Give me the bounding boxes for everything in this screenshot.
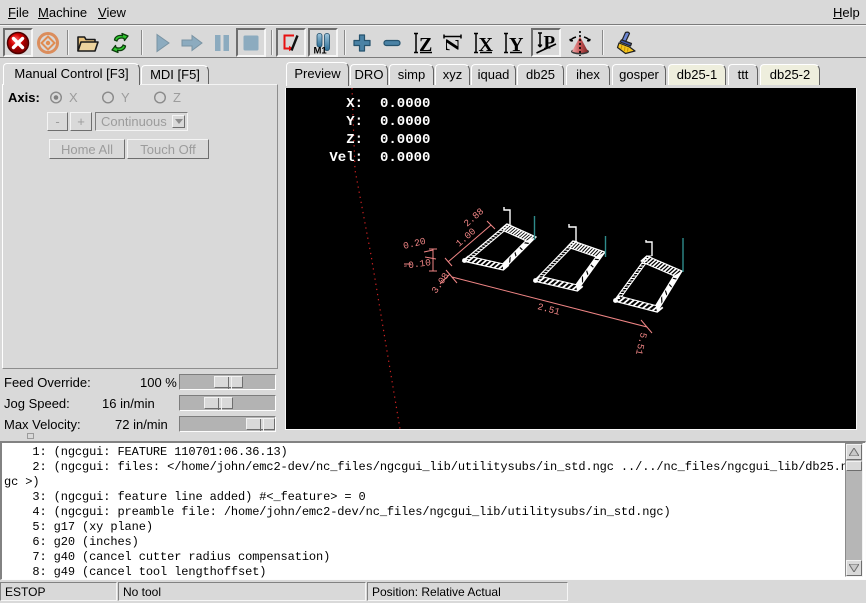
svg-text:0.0000: 0.0000: [380, 150, 430, 166]
svg-text:1.00: 1.00: [454, 226, 479, 249]
svg-text:X:: X:: [346, 96, 363, 112]
svg-text:Y:: Y:: [346, 114, 363, 130]
svg-text:0.0000: 0.0000: [380, 114, 430, 130]
svg-text:-0.10: -0.10: [402, 257, 432, 272]
svg-text:2.88: 2.88: [462, 206, 487, 229]
svg-text:Vel:: Vel:: [329, 150, 363, 166]
svg-text:0.0000: 0.0000: [380, 96, 430, 112]
svg-text:5.51: 5.51: [633, 331, 649, 356]
svg-text:3.08: 3.08: [429, 270, 451, 295]
svg-text:0.20: 0.20: [402, 236, 427, 252]
svg-text:Z:: Z:: [346, 132, 363, 148]
svg-text:0.0000: 0.0000: [380, 132, 430, 148]
svg-text:P: P: [544, 32, 556, 53]
svg-text:Z: Z: [441, 39, 462, 52]
svg-text:M1: M1: [314, 45, 328, 55]
